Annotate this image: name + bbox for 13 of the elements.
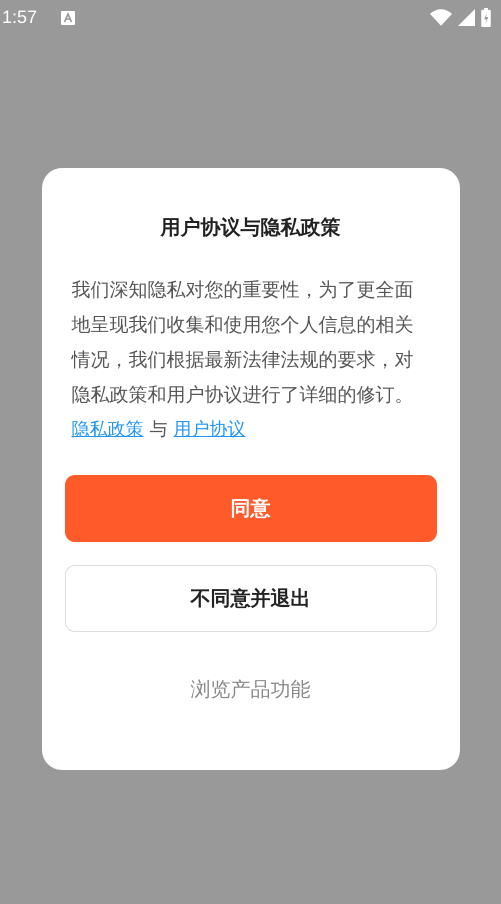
wifi-icon xyxy=(430,9,452,26)
browse-button[interactable]: 浏览产品功能 xyxy=(184,669,316,709)
policy-link[interactable]: 用户协议 xyxy=(174,417,246,441)
dialog-title: 用户协议与隐私政策 xyxy=(160,214,340,241)
notification-icon xyxy=(61,10,76,24)
policy-text: 我们深知隐私对您的重要性，为了更全面地呈现我们收集和使用您个人信息的相关情况，我们根据最新法律法规的要求，对隐私政策和用户协议进行了详细的修订。 xyxy=(72,278,414,408)
status-time: 1:57 xyxy=(2,7,38,28)
link-separator: 与 xyxy=(150,418,168,441)
signal-icon xyxy=(458,9,475,26)
policy-link[interactable]: 隐私政策 xyxy=(72,417,144,441)
agree-button[interactable]: 同意 xyxy=(64,475,436,542)
disagree-exit-button[interactable]: 不同意并退出 xyxy=(64,565,436,632)
battery-icon xyxy=(481,8,491,27)
